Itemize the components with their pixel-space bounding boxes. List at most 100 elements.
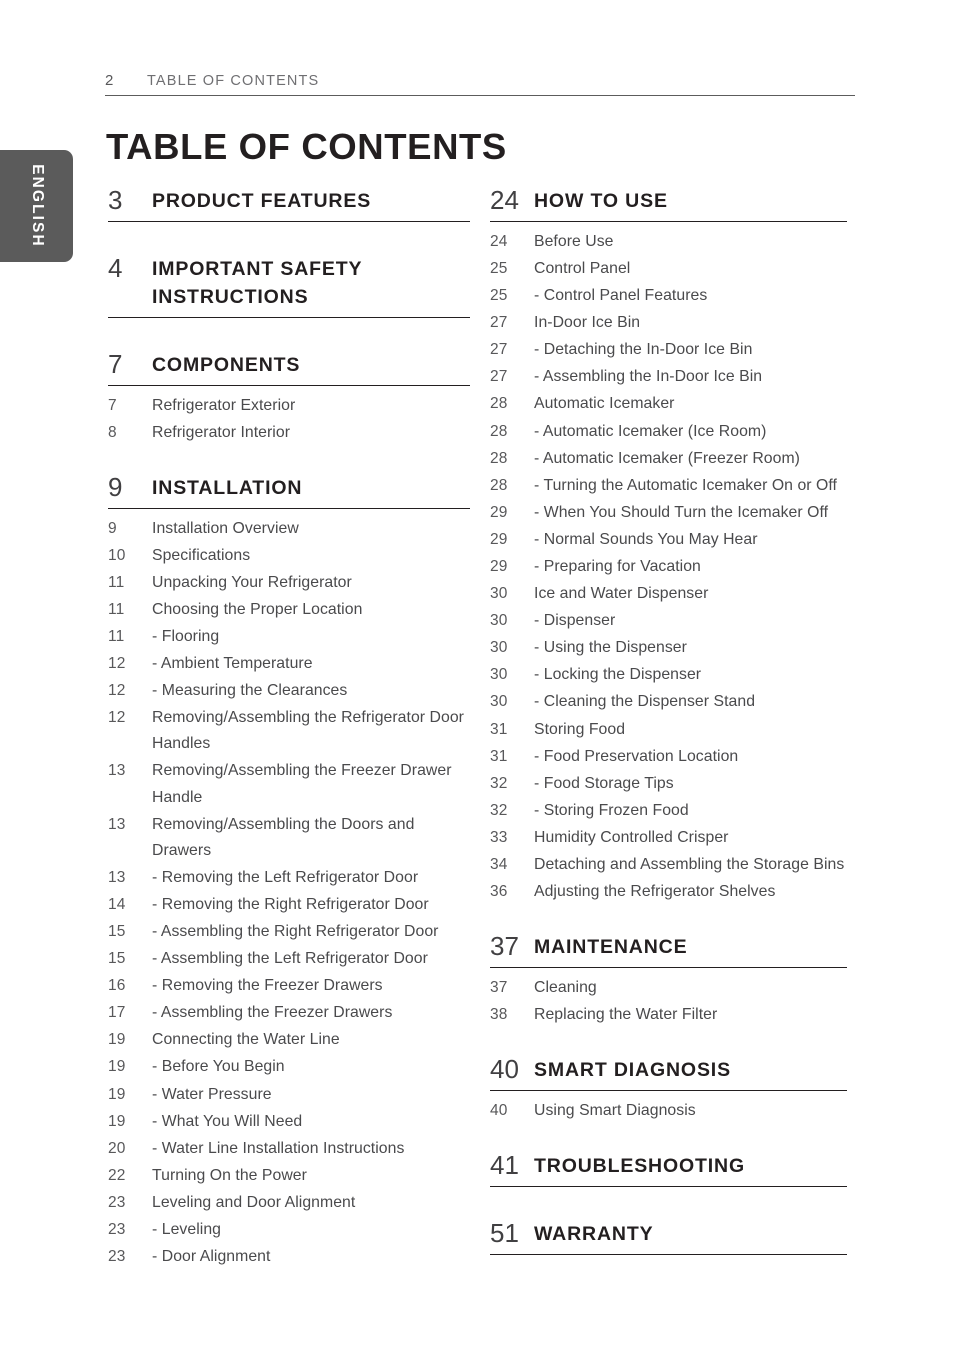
toc-entry[interactable]: 32 - Food Storage Tips: [490, 771, 847, 797]
toc-entry-label: - Storing Frozen Food: [534, 801, 689, 819]
toc-entry-page-number: 28: [490, 449, 508, 467]
toc-entry-page-number: 40: [490, 1102, 508, 1120]
toc-entry-page-number: 34: [490, 856, 508, 874]
toc-entry[interactable]: 40 Using Smart Diagnosis: [490, 1098, 847, 1124]
toc-entry-label: - Preparing for Vacation: [534, 558, 701, 575]
toc-entry[interactable]: 27 In-Door Ice Bin: [490, 310, 847, 336]
toc-entry-page-number: 32: [490, 774, 508, 792]
toc-entry-label: Before Use: [534, 232, 614, 250]
toc-entry-page-number: 30: [490, 639, 508, 657]
toc-entry-label: Using Smart Diagnosis: [534, 1102, 696, 1120]
running-header: 2 TABLE OF CONTENTS: [105, 72, 855, 96]
toc-entry[interactable]: 29 - Normal Sounds You May Hear: [490, 527, 847, 553]
toc-column-right: 24 HOW TO USE 24 Before Use 25 Control Panel 2…: [100, 186, 847, 1297]
toc-entry-page-number: 25: [490, 287, 508, 305]
toc-entry-label: - Food Storage Tips: [534, 774, 674, 792]
toc-entry-label: - Automatic Icemaker (Ice Room): [534, 422, 767, 440]
toc-entry-label: - Normal Sounds You May Hear: [534, 530, 758, 548]
toc-section-page-number: 40: [490, 1054, 519, 1085]
toc-entry-label: Replacing the Water Filter: [534, 1006, 718, 1024]
toc-section-page-number: 51: [490, 1218, 519, 1249]
toc-entry-page-number: 24: [490, 232, 508, 250]
toc-entry-list: 24 Before Use 25 Control Panel 25 - Control P…: [490, 229, 847, 905]
toc-entry[interactable]: 31 - Food Preservation Location: [490, 744, 847, 770]
toc-section-label: MAINTENANCE: [534, 936, 688, 959]
toc-entry-page-number: 28: [490, 422, 508, 440]
toc-entry-page-number: 29: [490, 503, 508, 521]
toc-entry-label: Automatic Icemaker: [534, 395, 675, 413]
toc-entry-label: - Cleaning the Dispenser Stand: [534, 693, 756, 711]
toc-entry-page-number: 31: [490, 747, 508, 765]
toc-entry[interactable]: 33 Humidity Controlled Crisper: [490, 825, 847, 851]
toc-entry-page-number: 29: [490, 530, 508, 548]
toc-entry-label: - When You Should Turn the Icemaker Off: [534, 503, 829, 521]
toc-section-label: TROUBLESHOOTING: [534, 1155, 745, 1178]
toc-entry-label: - Using the Dispenser: [534, 639, 687, 657]
toc-entry-label: Storing Food: [534, 720, 626, 738]
toc-entry[interactable]: 30 - Dispenser: [490, 608, 847, 634]
toc-entry-page-number: 30: [490, 585, 508, 603]
toc-section-label: WARRANTY: [534, 1223, 654, 1246]
toc-entry-label: - Dispenser: [534, 612, 616, 630]
toc-section-label: SMART DIAGNOSIS: [534, 1059, 731, 1082]
toc-entry[interactable]: 27 - Assembling the In-Door Ice Bin: [490, 364, 847, 390]
toc-section-page-number: 37: [490, 931, 519, 962]
toc-entry[interactable]: 31 Storing Food: [490, 717, 847, 743]
toc-entry-list: 40 Using Smart Diagnosis: [490, 1098, 847, 1124]
toc-entry[interactable]: 25 - Control Panel Features: [490, 283, 847, 309]
toc-entry-label: - Locking the Dispenser: [534, 666, 702, 684]
toc-entry-label: Humidity Controlled Crisper: [534, 828, 729, 846]
toc-entry[interactable]: 37 Cleaning: [490, 975, 847, 1001]
running-header-page-number: 2: [105, 72, 114, 89]
toc-entry[interactable]: 27 - Detaching the In-Door Ice Bin: [490, 337, 847, 363]
toc-entry-label: Cleaning: [534, 979, 597, 997]
toc-section: 37 MAINTENANCE 37 Cleaning 38 Replacing the W…: [490, 932, 847, 1055]
toc-entry-label: Adjusting the Refrigerator Shelves: [534, 883, 776, 901]
toc-entry-page-number: 29: [490, 558, 508, 575]
toc-section: 41 TROUBLESHOOTING: [490, 1151, 847, 1219]
toc-entry[interactable]: 38 Replacing the Water Filter: [490, 1002, 847, 1028]
toc-entry[interactable]: 30 - Cleaning the Dispenser Stand: [490, 689, 847, 715]
toc-section-label: HOW TO USE: [534, 190, 668, 212]
toc-entry[interactable]: 32 - Storing Frozen Food: [490, 798, 847, 824]
toc-entry-page-number: 25: [490, 259, 508, 277]
toc-entry-label: Detaching and Assembling the Storage Bin…: [534, 856, 845, 874]
toc-entry[interactable]: 28 - Automatic Icemaker (Ice Room): [490, 419, 847, 445]
toc-entry[interactable]: 34 Detaching and Assembling the Storage B…: [490, 852, 847, 878]
toc-entry-page-number: 30: [490, 693, 508, 711]
toc-section-heading[interactable]: 37 MAINTENANCE: [490, 931, 847, 969]
toc-section-heading[interactable]: 51 WARRANTY: [490, 1219, 847, 1255]
toc-entry-page-number: 37: [490, 979, 508, 997]
toc-entry-label: - Food Preservation Location: [534, 747, 739, 765]
toc-entry[interactable]: 36 Adjusting the Refrigerator Shelves: [490, 879, 847, 905]
toc-entry-list: 37 Cleaning 38 Replacing the Water Filter: [490, 975, 847, 1028]
toc-entry[interactable]: 29 - When You Should Turn the Icemaker Of…: [490, 500, 847, 526]
toc-entry[interactable]: 30 Ice and Water Dispenser: [490, 581, 847, 607]
toc-entry-page-number: 28: [490, 395, 508, 413]
toc-entry[interactable]: 25 Control Panel: [490, 256, 847, 282]
toc-section-heading[interactable]: 40 SMART DIAGNOSIS: [490, 1054, 847, 1092]
toc-section-heading[interactable]: 41 TROUBLESHOOTING: [490, 1151, 847, 1188]
toc-entry-label: In-Door Ice Bin: [534, 314, 641, 332]
toc-section: 51 WARRANTY: [490, 1219, 847, 1287]
toc-entry[interactable]: 30 - Using the Dispenser: [490, 635, 847, 661]
toc-entry[interactable]: 28 - Automatic Icemaker (Freezer Room): [490, 446, 847, 472]
toc-entry-page-number: 30: [490, 666, 508, 684]
page-title: TABLE OF CONTENTS: [106, 126, 507, 167]
toc-entry-label: - Control Panel Features: [534, 287, 708, 305]
toc-columns: 3 PRODUCT FEATURES 4 IMPORTANT SAFETY INSTR…: [0, 186, 954, 1297]
toc-page: 2 TABLE OF CONTENTS ENGLISH TABLE OF CON…: [0, 0, 954, 1371]
toc-entry-page-number: 36: [490, 883, 508, 901]
toc-entry[interactable]: 28 Automatic Icemaker: [490, 391, 847, 417]
toc-entry[interactable]: 29 - Preparing for Vacation: [490, 554, 847, 580]
toc-entry-label: Control Panel: [534, 259, 631, 277]
toc-entry[interactable]: 28 - Turning the Automatic Icemaker On or…: [490, 473, 847, 499]
toc-entry[interactable]: 30 - Locking the Dispenser: [490, 662, 847, 688]
toc-entry-label: - Detaching the In-Door Ice Bin: [534, 341, 753, 359]
toc-section-heading[interactable]: 24 HOW TO USE: [490, 186, 847, 222]
toc-entry[interactable]: 24 Before Use: [490, 229, 847, 255]
toc-entry-page-number: 30: [490, 612, 508, 630]
